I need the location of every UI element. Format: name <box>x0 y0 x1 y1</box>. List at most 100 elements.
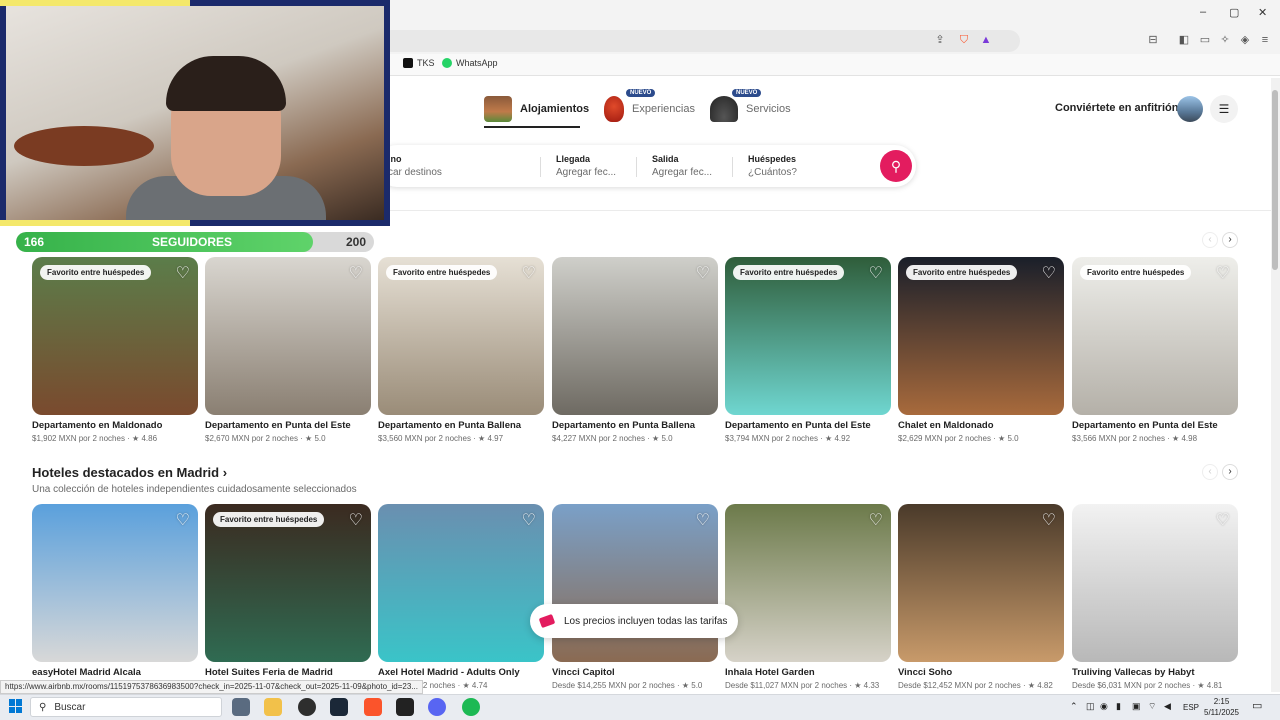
carousel-next-button[interactable]: › <box>1222 232 1238 248</box>
listing-photo[interactable]: Favorito entre huéspedes ♡ <box>725 257 891 415</box>
volume-icon[interactable]: ◀ <box>1164 701 1171 712</box>
listing-photo[interactable]: ♡ <box>552 257 718 415</box>
listing-photo[interactable]: ♡ <box>1072 504 1238 662</box>
scrollbar-thumb[interactable] <box>1272 90 1278 270</box>
leo-ai-icon[interactable]: ✧ <box>1218 33 1232 47</box>
heart-icon[interactable]: ♡ <box>696 263 710 283</box>
heart-icon[interactable]: ♡ <box>522 263 536 283</box>
heart-icon[interactable]: ♡ <box>696 510 710 530</box>
task-view-icon[interactable] <box>232 698 250 716</box>
wifi-icon[interactable]: ⌔ <box>1148 701 1156 712</box>
carousel-next-button[interactable]: › <box>1222 464 1238 480</box>
table-shape <box>14 126 154 166</box>
heart-icon[interactable]: ♡ <box>1216 263 1230 283</box>
section-title[interactable]: Hoteles destacados en Madrid › <box>32 465 227 480</box>
microphone-icon[interactable]: ▮ <box>1116 701 1121 712</box>
listing-photo[interactable]: ♡ <box>378 504 544 662</box>
tab-alojamientos[interactable]: Alojamientos <box>484 96 589 122</box>
listing-photo[interactable]: Favorito entre huéspedes ♡ <box>32 257 198 415</box>
listing-price: $2,670 MXN por 2 noches · ★ 5.0 <box>205 434 326 443</box>
spotify-icon[interactable] <box>462 698 480 716</box>
display-icon[interactable]: ▣ <box>1132 701 1141 712</box>
tab-servicios[interactable]: NUEVO Servicios <box>710 89 791 122</box>
file-explorer-icon[interactable] <box>264 698 282 716</box>
listing-photo[interactable]: ♡ <box>32 504 198 662</box>
windows-start-icon[interactable] <box>9 699 23 713</box>
listing-photo[interactable]: Favorito entre huéspedes ♡ <box>378 257 544 415</box>
listing-card[interactable]: ♡ Departamento en Punta del Este $2,670 MX… <box>205 257 371 443</box>
heart-icon[interactable]: ♡ <box>1216 510 1230 530</box>
brave-rewards-icon[interactable]: ▲ <box>979 33 993 47</box>
language-indicator[interactable]: ESP <box>1183 703 1199 712</box>
listing-photo[interactable]: ♡ <box>725 504 891 662</box>
clock[interactable]: 2:15 5/11/2025 <box>1204 696 1239 718</box>
listing-card[interactable]: Favorito entre huéspedes ♡ Departamento en… <box>725 257 891 443</box>
notifications-icon[interactable]: ▭ <box>1252 699 1262 712</box>
bookmark-label: TKS <box>417 58 435 68</box>
carousel-prev-button[interactable]: ‹ <box>1202 464 1218 480</box>
network-icon[interactable]: ◉ <box>1100 701 1108 712</box>
vpn-icon[interactable]: ◈ <box>1238 33 1252 47</box>
menu-icon[interactable]: ≡ <box>1258 33 1272 47</box>
app-icon[interactable] <box>298 698 316 716</box>
discord-icon[interactable] <box>428 698 446 716</box>
listing-card[interactable]: ♡ easyHotel Madrid Alcala <box>32 504 198 681</box>
address-bar[interactable] <box>380 30 1020 52</box>
checkout-field[interactable]: Salida Agregar fec... <box>652 154 712 178</box>
listing-card[interactable]: Favorito entre huéspedes ♡ Departamento en… <box>1072 257 1238 443</box>
heart-icon[interactable]: ♡ <box>522 510 536 530</box>
heart-icon[interactable]: ♡ <box>1042 510 1056 530</box>
heart-icon[interactable]: ♡ <box>349 510 363 530</box>
heart-icon[interactable]: ♡ <box>349 263 363 283</box>
become-host-link[interactable]: Conviértete en anfitrión <box>1055 102 1178 114</box>
carousel-prev-button[interactable]: ‹ <box>1202 232 1218 248</box>
listing-photo[interactable]: Favorito entre huéspedes ♡ <box>898 257 1064 415</box>
sidebar-icon[interactable]: ◧ <box>1177 33 1191 47</box>
listing-card[interactable]: ♡ Vincci Soho Desde $12,452 MXN por 2 noch… <box>898 504 1064 690</box>
tray-icon[interactable]: ◫ <box>1086 701 1095 712</box>
listing-card[interactable]: ♡ Axel Hotel Madrid - Adults Only 02 MXN p… <box>378 504 544 690</box>
user-menu-button[interactable]: ☰ <box>1210 95 1238 123</box>
heart-icon[interactable]: ♡ <box>176 510 190 530</box>
price-info-toast[interactable]: Los precios incluyen todas las tarifas <box>530 604 738 638</box>
frame-accent <box>0 220 190 226</box>
listing-card[interactable]: ♡ Vincci Capitol Desde $14,255 MXN por 2 n… <box>552 504 718 690</box>
checkin-field[interactable]: Llegada Agregar fec... <box>556 154 616 178</box>
listing-photo[interactable]: ♡ <box>898 504 1064 662</box>
heart-icon[interactable]: ♡ <box>869 263 883 283</box>
listing-photo[interactable]: Favorito entre huéspedes ♡ <box>205 504 371 662</box>
bookmark-tks[interactable]: TKS <box>403 58 435 68</box>
listing-card[interactable]: ♡ Departamento en Punta Ballena $4,227 MXN… <box>552 257 718 443</box>
minimize-button[interactable]: – <box>1200 6 1206 18</box>
heart-icon[interactable]: ♡ <box>1042 263 1056 283</box>
heart-icon[interactable]: ♡ <box>176 263 190 283</box>
brave-browser-icon[interactable] <box>364 698 382 716</box>
listing-card[interactable]: ♡ Inhala Hotel Garden Desde $11,027 MXN po… <box>725 504 891 690</box>
wallet-icon[interactable]: ▭ <box>1198 33 1212 47</box>
steam-icon[interactable] <box>330 698 348 716</box>
avatar[interactable] <box>1177 96 1203 122</box>
bookmark-whatsapp[interactable]: WhatsApp <box>442 58 498 68</box>
brave-shield-icon[interactable]: ⛉ <box>957 33 971 47</box>
followers-current: 166 <box>24 235 45 249</box>
search-button[interactable]: ⚲ <box>880 150 912 182</box>
listing-photo[interactable]: ♡ <box>552 504 718 662</box>
tab-search-icon[interactable]: ⊟ <box>1146 33 1160 47</box>
close-button[interactable]: ✕ <box>1258 6 1267 19</box>
tray-chevron-icon[interactable]: ⌃ <box>1070 701 1078 712</box>
terminal-icon[interactable] <box>396 698 414 716</box>
listing-card[interactable]: Favorito entre huéspedes ♡ Departamento en… <box>378 257 544 443</box>
guests-field[interactable]: Huéspedes ¿Cuántos? <box>748 154 797 178</box>
listing-card[interactable]: Favorito entre huéspedes ♡ Hotel Suites Fe… <box>205 504 371 681</box>
listing-card[interactable]: Favorito entre huéspedes ♡ Departamento en… <box>32 257 198 443</box>
maximize-button[interactable]: ▢ <box>1229 6 1239 19</box>
tab-experiencias[interactable]: NUEVO Experiencias <box>604 89 695 122</box>
listing-card[interactable]: ♡ Truliving Vallecas by Habyt Desde $6,031… <box>1072 504 1238 690</box>
listing-card[interactable]: Favorito entre huéspedes ♡ Chalet en Maldo… <box>898 257 1064 443</box>
destination-field[interactable]: ino car destinos <box>388 154 442 178</box>
share-icon[interactable]: ⇪ <box>933 33 947 47</box>
listing-photo[interactable]: ♡ <box>205 257 371 415</box>
taskbar-search[interactable]: ⚲ Buscar <box>30 697 222 717</box>
heart-icon[interactable]: ♡ <box>869 510 883 530</box>
listing-photo[interactable]: Favorito entre huéspedes ♡ <box>1072 257 1238 415</box>
